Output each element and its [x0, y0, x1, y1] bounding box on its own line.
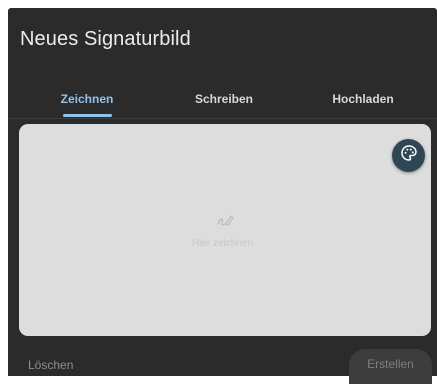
delete-button[interactable]: Löschen [28, 358, 73, 372]
color-palette-button[interactable] [392, 139, 425, 172]
new-signature-dialog: Neues Signaturbild Zeichnen Schreiben Ho… [8, 8, 437, 384]
tab-zeichnen[interactable]: Zeichnen [47, 90, 127, 128]
draw-placeholder-text: Hier zeichnen [191, 238, 254, 249]
palette-icon [400, 144, 418, 167]
dialog-title: Neues Signaturbild [20, 28, 191, 50]
tab-hochladen[interactable]: Hochladen [323, 90, 403, 128]
tab-schreiben[interactable]: Schreiben [184, 90, 264, 128]
active-tab-indicator [63, 114, 112, 117]
create-button[interactable]: Erstellen [349, 349, 432, 384]
draw-icon [216, 212, 234, 230]
